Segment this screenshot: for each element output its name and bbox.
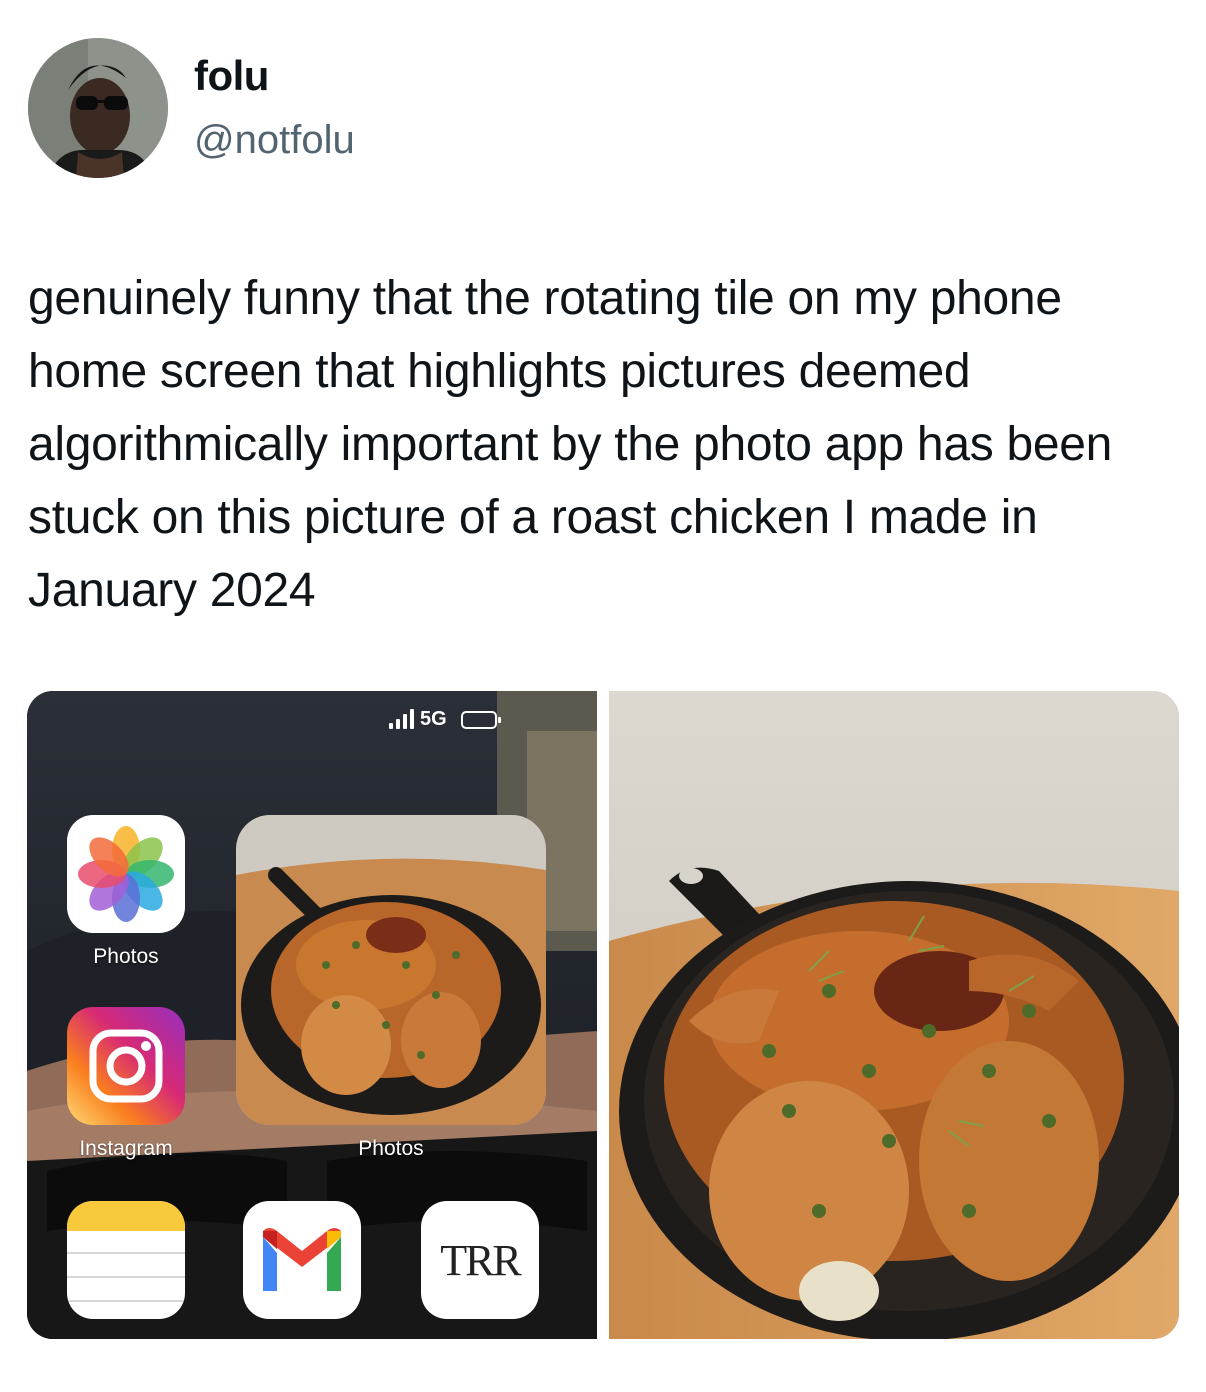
status-bar: 5G: [389, 707, 501, 730]
signal-bars-icon: [389, 709, 414, 729]
notes-app-icon[interactable]: [67, 1201, 185, 1319]
notes-icon: [67, 1201, 185, 1302]
photos-widget[interactable]: [236, 815, 546, 1125]
trr-logo-text: TRR: [440, 1235, 522, 1285]
photos-app-icon[interactable]: [67, 815, 185, 933]
profile-avatar[interactable]: [28, 38, 168, 178]
instagram-app-icon[interactable]: [67, 1007, 185, 1125]
roast-chicken-image: [609, 691, 1179, 1339]
photos-widget-label: Photos: [358, 1137, 424, 1160]
instagram-camera-icon: [67, 1007, 185, 1125]
avatar-photo: [28, 38, 168, 178]
home-screen-screenshot[interactable]: 5G Photos Instagram Photos TRR: [27, 691, 597, 1339]
photos-flower-icon: [78, 826, 174, 922]
roast-chicken-photo[interactable]: [609, 691, 1179, 1339]
tweet-text: genuinely funny that the rotating tile o…: [28, 272, 1113, 617]
trr-app-icon[interactable]: TRR: [421, 1201, 539, 1319]
roast-chicken-widget-photo: [236, 815, 546, 1125]
battery-icon: [460, 711, 501, 729]
gmail-icon: [263, 1228, 341, 1291]
photos-app-label: Photos: [93, 945, 159, 968]
instagram-app-label: Instagram: [79, 1137, 173, 1160]
gmail-app-icon[interactable]: [243, 1201, 361, 1319]
author-name[interactable]: folu: [194, 52, 269, 100]
author-handle[interactable]: @notfolu: [194, 118, 355, 163]
network-type: 5G: [420, 708, 447, 730]
